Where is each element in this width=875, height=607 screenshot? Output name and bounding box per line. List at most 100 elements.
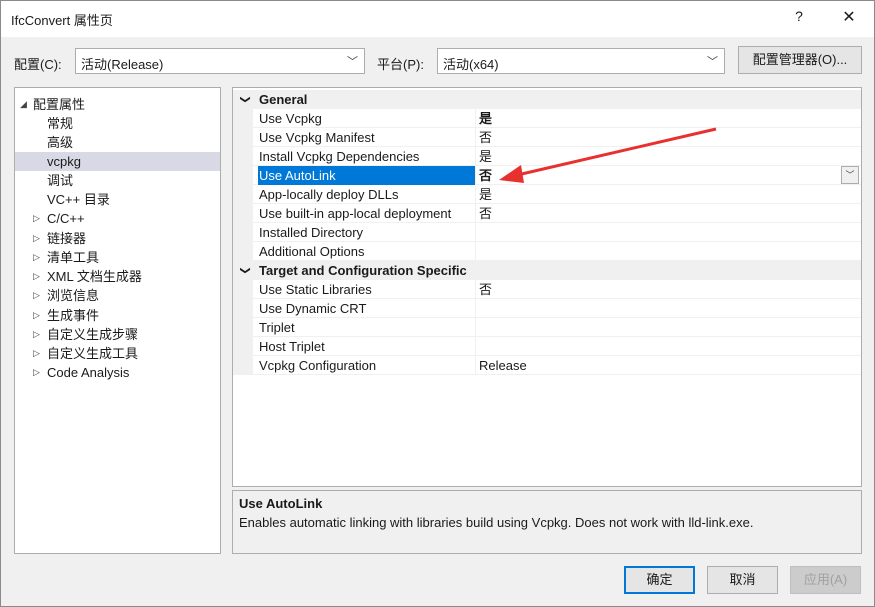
ok-button[interactable]: 确定 (624, 566, 695, 594)
tree-item[interactable]: 常规 (15, 114, 220, 133)
tree-item-label: XML 文档生成器 (47, 269, 142, 284)
collapsed-triangle-icon[interactable]: ▷ (33, 286, 43, 305)
tree-item-label: 调试 (47, 173, 74, 188)
window-title: IfcConvert 属性页 (11, 13, 113, 28)
chevron-down-icon: ﹀ (707, 56, 718, 68)
platform-value: 活动(x64) (443, 57, 499, 72)
property-name: Vcpkg Configuration (258, 356, 476, 375)
property-value[interactable]: 否 (479, 280, 492, 299)
tree-item-label: 配置属性 (33, 97, 86, 112)
annotation-arrow (499, 127, 717, 183)
collapsed-triangle-icon[interactable]: ▷ (33, 344, 43, 363)
row-gutter (233, 128, 253, 147)
property-row[interactable]: Installed Directory (233, 223, 861, 242)
tree-item[interactable]: ▷ 浏览信息 (15, 286, 220, 305)
property-name: Use Vcpkg Manifest (258, 128, 476, 147)
configuration-value: 活动(Release) (81, 57, 164, 72)
property-name: Use AutoLink (258, 166, 476, 185)
tree-item-label: 生成事件 (47, 308, 100, 323)
platform-label: 平台(P): (377, 57, 424, 72)
chevron-down-icon[interactable]: ❯ (236, 266, 255, 274)
row-gutter (233, 337, 253, 356)
tree-item[interactable]: ▷ C/C++ (15, 209, 220, 228)
property-name: Install Vcpkg Dependencies (258, 147, 476, 166)
category-header[interactable]: ❯ Target and Configuration Specific (233, 261, 861, 280)
tree-item[interactable]: ▷ 生成事件 (15, 306, 220, 325)
tree-item-label: 浏览信息 (47, 288, 100, 303)
tree-item[interactable]: ▷ 清单工具 (15, 248, 220, 267)
platform-select[interactable]: 活动(x64) ﹀ (437, 48, 725, 74)
tree-item[interactable]: ▷ XML 文档生成器 (15, 267, 220, 286)
tree-item[interactable]: 高级 (15, 133, 220, 152)
tree-item-label: 自定义生成工具 (47, 346, 139, 361)
value-dropdown-icon[interactable]: ﹀ (841, 166, 859, 184)
cancel-button[interactable]: 取消 (707, 566, 778, 594)
close-button[interactable]: ✕ (839, 7, 859, 27)
collapsed-triangle-icon[interactable]: ▷ (33, 325, 43, 344)
title-bar: IfcConvert 属性页 ? ✕ (1, 1, 874, 37)
collapsed-triangle-icon[interactable]: ▷ (33, 209, 43, 228)
tree-item-label: 高级 (47, 135, 74, 150)
tree-item[interactable]: vcpkg (15, 152, 220, 171)
property-name: Triplet (258, 318, 476, 337)
property-row[interactable]: Vcpkg Configuration Release (233, 356, 861, 375)
expanded-triangle-icon[interactable]: ◢ (20, 95, 30, 114)
property-name: Host Triplet (258, 337, 476, 356)
property-row[interactable]: Use built-in app-local deployment 否 (233, 204, 861, 223)
property-row[interactable]: Triplet (233, 318, 861, 337)
configuration-label: 配置(C): (14, 57, 62, 72)
tree-item-label: 链接器 (47, 231, 87, 246)
tree-item-label: 清单工具 (47, 250, 100, 265)
property-name: Additional Options (258, 242, 476, 261)
collapsed-triangle-icon[interactable]: ▷ (33, 248, 43, 267)
tree-item[interactable]: VC++ 目录 (15, 190, 220, 209)
row-gutter (233, 356, 253, 375)
help-button[interactable]: ? (791, 8, 807, 24)
configuration-select[interactable]: 活动(Release) ﹀ (75, 48, 365, 74)
category-name: General (259, 92, 308, 107)
row-gutter (233, 299, 253, 318)
tree-item[interactable]: 调试 (15, 171, 220, 190)
collapsed-triangle-icon[interactable]: ▷ (33, 306, 43, 325)
collapsed-triangle-icon[interactable]: ▷ (33, 363, 43, 382)
category-header[interactable]: ❯ General (233, 90, 861, 109)
property-tree[interactable]: ◢ 配置属性 常规 高级 vcpkg 调试 VC++ 目录 ▷ C/C++ ▷ 链接器 ▷ 清单工具 ▷ X… (14, 87, 221, 554)
annotation-arrow-head (499, 165, 524, 183)
row-gutter (233, 242, 253, 261)
tree-item[interactable]: ▷ 自定义生成工具 (15, 344, 220, 363)
tree-item[interactable]: ▷ 自定义生成步骤 (15, 325, 220, 344)
tree-item-label: Code Analysis (47, 365, 130, 380)
category-name: Target and Configuration Specific (259, 263, 467, 278)
row-gutter (233, 185, 253, 204)
tree-item[interactable]: ▷ Code Analysis (15, 363, 220, 382)
property-row[interactable]: Host Triplet (233, 337, 861, 356)
collapsed-triangle-icon[interactable]: ▷ (33, 229, 43, 248)
apply-button[interactable]: 应用(A) (790, 566, 861, 594)
property-name: Use Static Libraries (258, 280, 476, 299)
tree-item-label: 自定义生成步骤 (47, 327, 139, 342)
row-gutter (233, 166, 253, 185)
property-name: Use built-in app-local deployment (258, 204, 476, 223)
property-name: Use Vcpkg (258, 109, 476, 128)
annotation-arrow-shaft (512, 127, 717, 178)
collapsed-triangle-icon[interactable]: ▷ (33, 267, 43, 286)
property-value[interactable]: 否 (479, 204, 492, 223)
chevron-down-icon[interactable]: ❯ (236, 95, 255, 103)
row-gutter (233, 318, 253, 337)
property-row[interactable]: Additional Options (233, 242, 861, 261)
tree-item-label: vcpkg (47, 154, 81, 169)
property-value[interactable]: Release (479, 356, 527, 375)
row-gutter (233, 147, 253, 166)
tree-item[interactable]: ◢ 配置属性 (15, 95, 220, 114)
property-row[interactable]: Use Static Libraries 否 (233, 280, 861, 299)
tree-item-label: VC++ 目录 (47, 192, 110, 207)
description-title: Use AutoLink (239, 496, 323, 511)
tree-item[interactable]: ▷ 链接器 (15, 229, 220, 248)
row-gutter (233, 109, 253, 128)
property-row[interactable]: Use Dynamic CRT (233, 299, 861, 318)
description-text: Enables automatic linking with libraries… (239, 515, 754, 530)
configuration-manager-button[interactable]: 配置管理器(O)... (738, 46, 862, 74)
property-pages-dialog: IfcConvert 属性页 ? ✕ 配置(C): 活动(Release) ﹀ … (0, 0, 875, 607)
description-panel: Use AutoLink Enables automatic linking w… (232, 490, 862, 554)
property-name: Installed Directory (258, 223, 476, 242)
